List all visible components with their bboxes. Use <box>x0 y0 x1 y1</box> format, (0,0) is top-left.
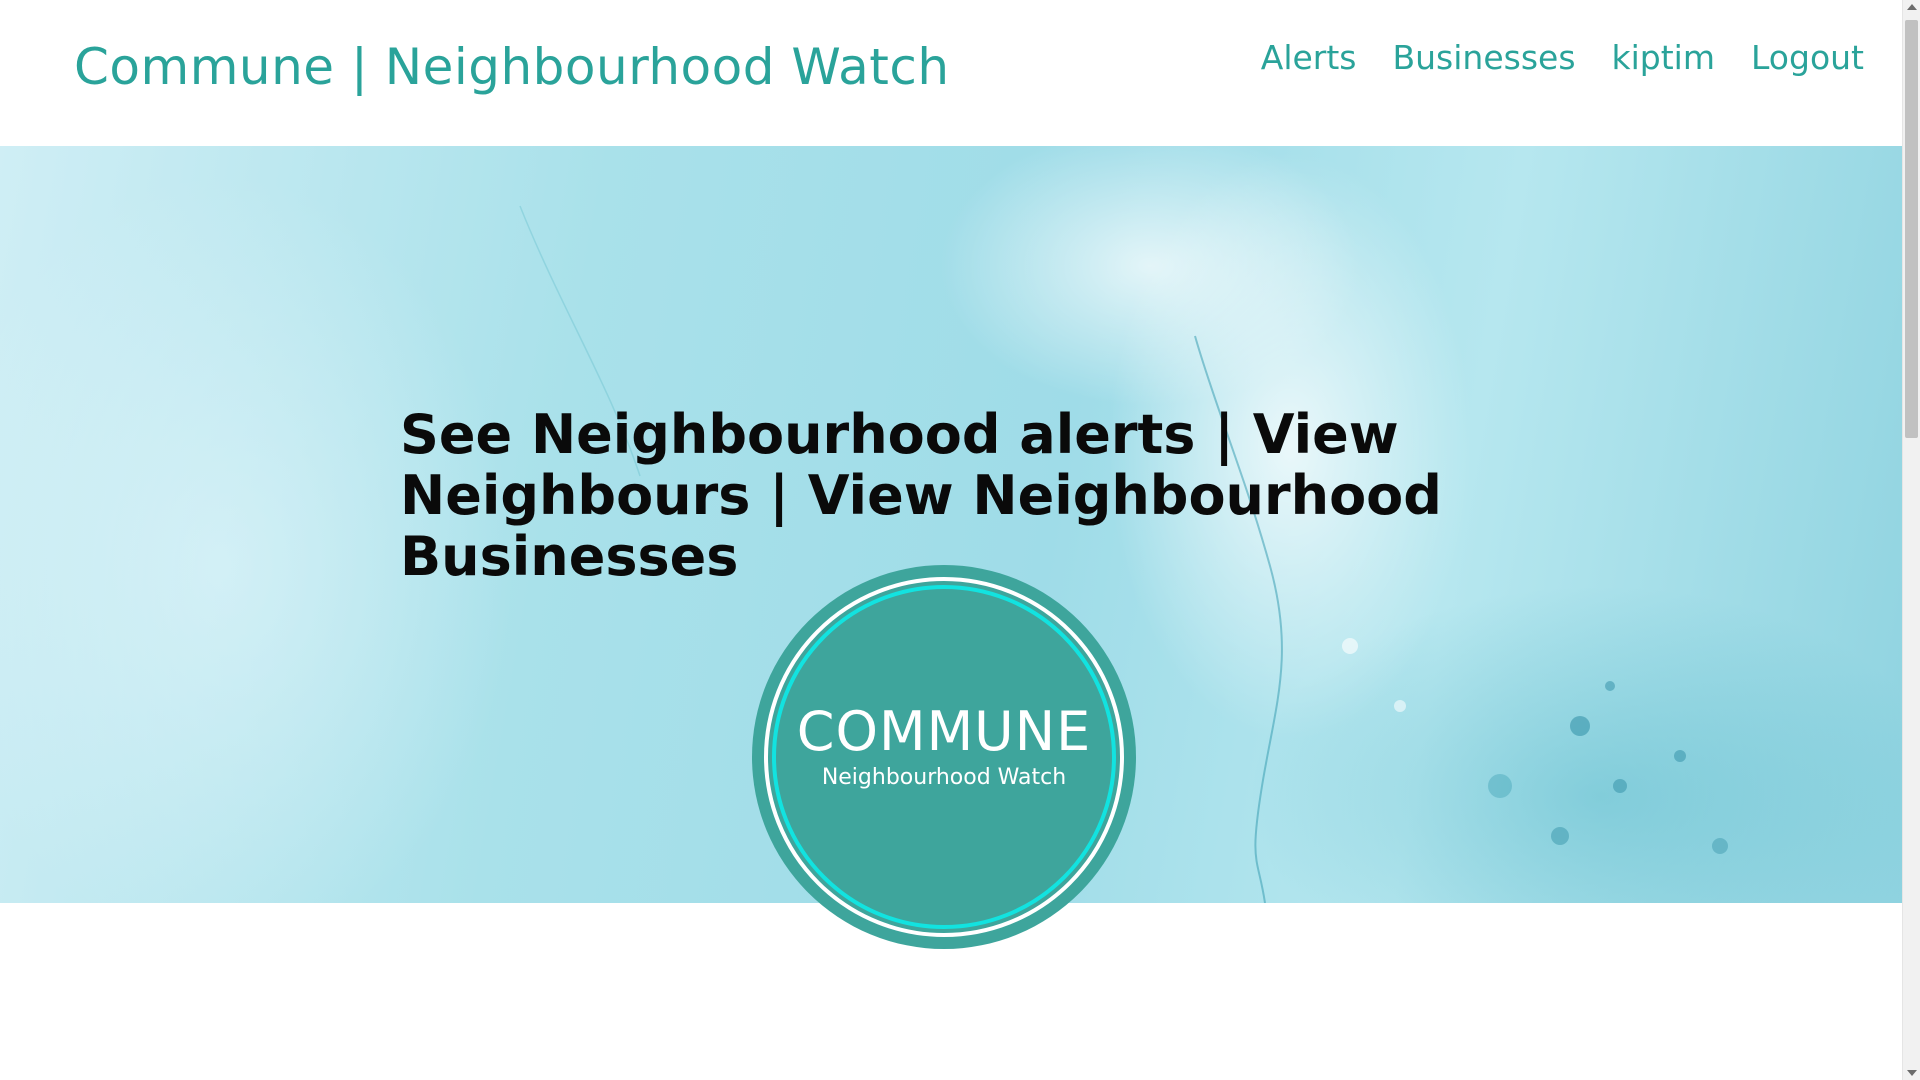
page: Commune | Neighbourhood Watch Alerts Bus… <box>0 0 1902 1080</box>
nav-link-businesses[interactable]: Businesses <box>1393 38 1576 77</box>
nav-link-profile[interactable]: kiptim <box>1612 38 1715 77</box>
vertical-scrollbar[interactable] <box>1902 0 1920 1080</box>
commune-logo: COMMUNE Neighbourhood Watch <box>752 565 1136 949</box>
nav-link-logout[interactable]: Logout <box>1751 38 1864 77</box>
brand-link[interactable]: Commune | Neighbourhood Watch <box>74 38 950 96</box>
logo-subtitle: Neighbourhood Watch <box>821 765 1067 790</box>
logo-title: COMMUNE <box>796 700 1092 763</box>
scroll-up-arrow-icon[interactable] <box>1907 4 1917 10</box>
scroll-down-arrow-icon[interactable] <box>1907 1070 1917 1076</box>
hero-headline: See Neighbourhood alerts | View Neighbou… <box>400 403 1442 588</box>
nav-link-alerts[interactable]: Alerts <box>1261 38 1357 77</box>
top-navbar: Commune | Neighbourhood Watch Alerts Bus… <box>0 0 1902 146</box>
nav-links: Alerts Businesses kiptim Logout <box>1261 38 1864 77</box>
scrollbar-thumb[interactable] <box>1905 20 1918 438</box>
